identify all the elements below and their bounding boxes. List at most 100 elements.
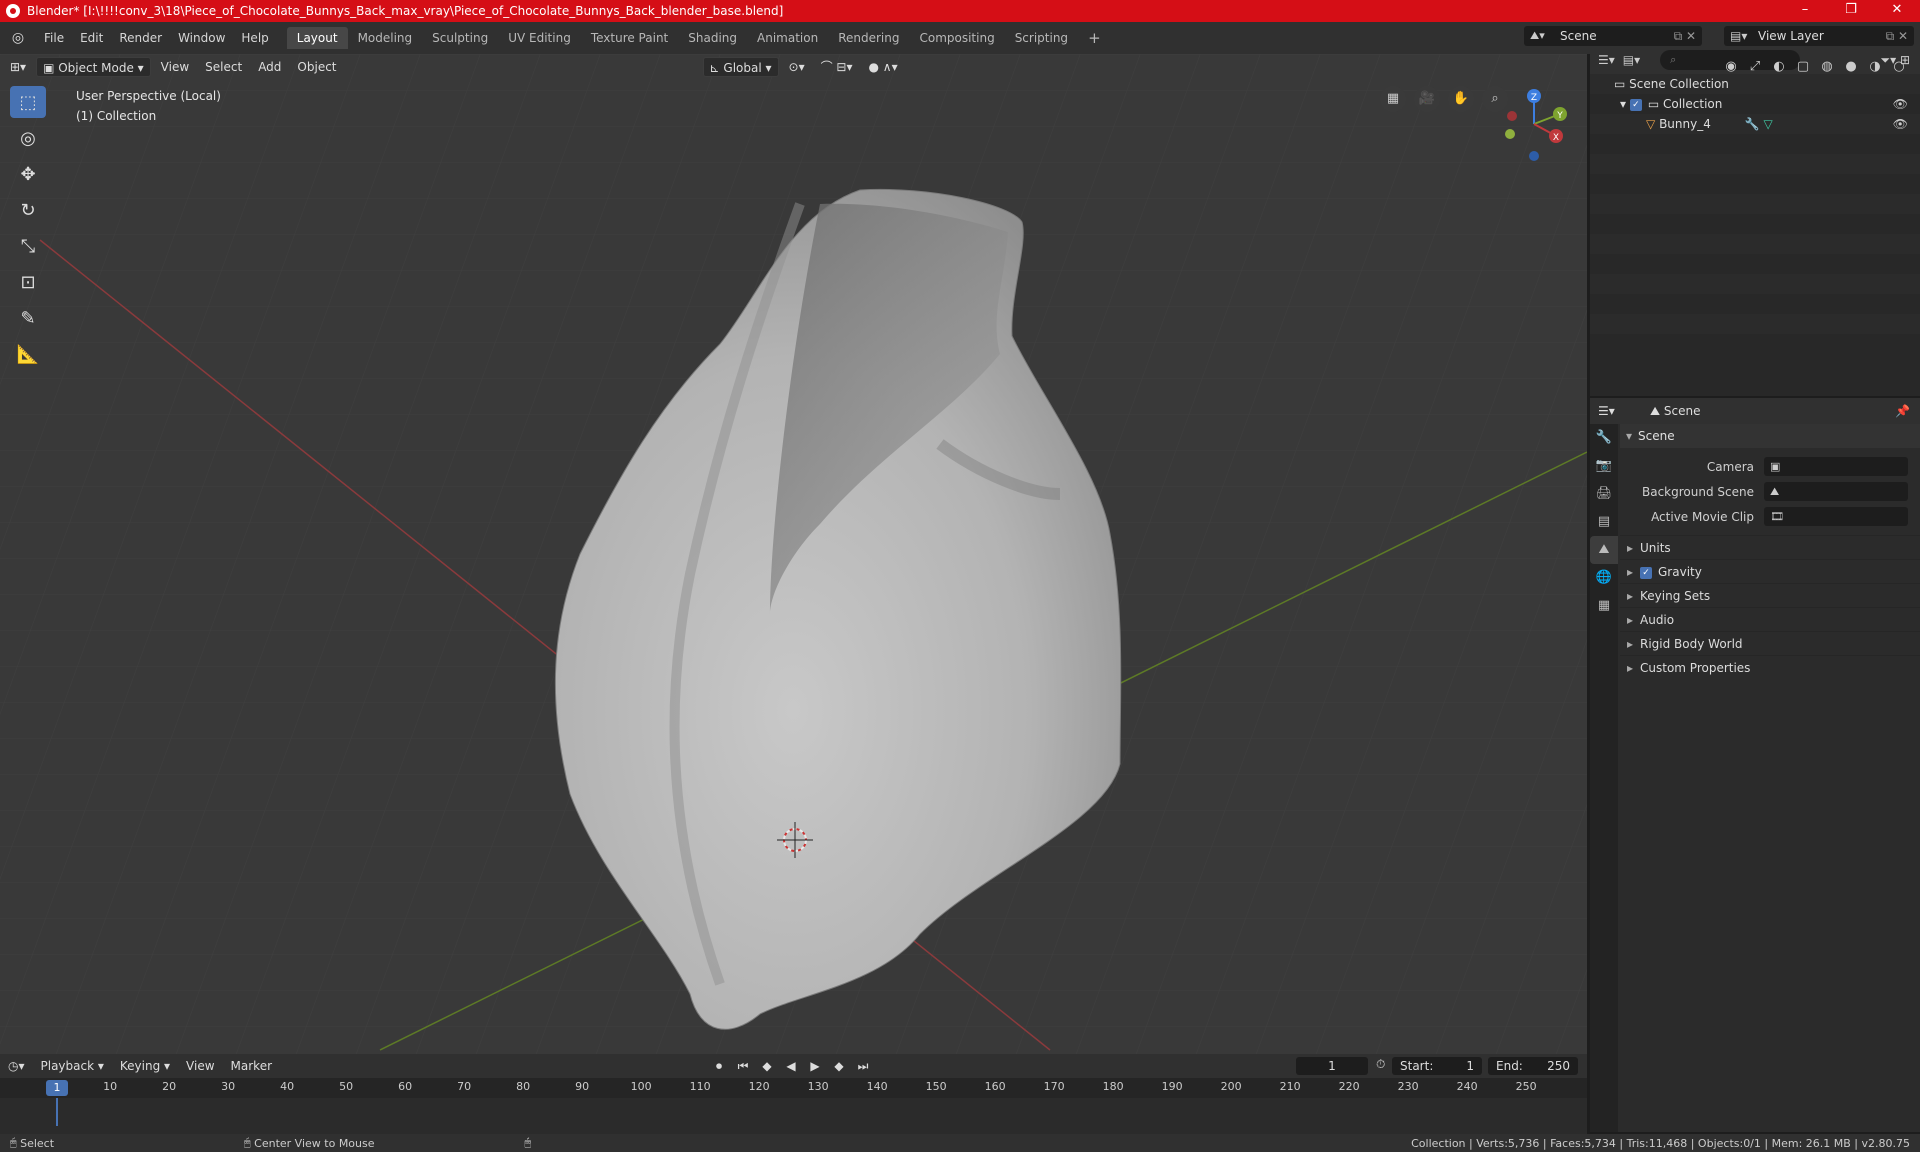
view-layer-selector[interactable]: ▤▾ View Layer ⧉ ✕ xyxy=(1724,26,1914,46)
transform-icon[interactable]: ⊡ xyxy=(10,266,46,298)
select-box-icon[interactable]: ⬚ xyxy=(10,86,46,118)
gravity-checkbox[interactable]: ✓ xyxy=(1640,566,1652,579)
maximize-icon[interactable]: ❐ xyxy=(1828,0,1874,22)
gizmo-neg-x-icon[interactable] xyxy=(1507,111,1517,121)
tab-layout[interactable]: Layout xyxy=(286,27,348,49)
viewport-menu-view[interactable]: View xyxy=(155,57,195,77)
navigation-gizmo[interactable]: Z Y X xyxy=(1494,84,1574,164)
snap-icon[interactable]: ⌒ ⊟▾ xyxy=(815,57,859,77)
perspective-toggle-icon[interactable]: ▦ xyxy=(1380,86,1406,112)
tab-rendering[interactable]: Rendering xyxy=(828,27,909,49)
tab-compositing[interactable]: Compositing xyxy=(909,27,1004,49)
xray-icon[interactable]: ▢ xyxy=(1794,58,1812,76)
scale-icon[interactable]: ⤡ xyxy=(10,230,46,262)
texture-tab-icon[interactable]: ▦ xyxy=(1590,592,1618,620)
menu-render[interactable]: Render xyxy=(111,28,170,48)
view-layer-actions-icon[interactable]: ⧉ ✕ xyxy=(1886,29,1908,44)
playhead[interactable] xyxy=(56,1098,58,1126)
movie-clip-field[interactable]: 🎞 xyxy=(1764,507,1908,526)
record-icon[interactable]: ⏺ xyxy=(710,1056,728,1076)
world-tab-icon[interactable]: 🌐 xyxy=(1590,564,1618,592)
object-eye-icon[interactable]: 👁 xyxy=(1893,114,1908,134)
tab-sculpting[interactable]: Sculpting xyxy=(422,27,498,49)
mode-dropdown[interactable]: ▣ Object Mode ▾ xyxy=(36,57,151,77)
current-frame-field[interactable]: 1 xyxy=(1296,1057,1368,1075)
play-icon[interactable]: ▶ xyxy=(806,1056,824,1076)
start-frame-field[interactable]: Start: 1 xyxy=(1392,1057,1482,1075)
shading-wire-icon[interactable]: ◍ xyxy=(1818,58,1836,76)
transform-orientation-dropdown[interactable]: ⊾ Global ▾ xyxy=(702,57,779,77)
shading-solid-icon[interactable]: ● xyxy=(1842,58,1860,76)
display-mode-icon[interactable]: ▤▾ xyxy=(1623,53,1640,67)
tool-tab-icon[interactable]: 🔧 xyxy=(1590,424,1618,452)
jump-end-icon[interactable]: ⏭ xyxy=(854,1056,872,1076)
cursor-tool-icon[interactable]: ◎ xyxy=(10,122,46,154)
tab-uv-editing[interactable]: UV Editing xyxy=(498,27,581,49)
collection-checkbox[interactable]: ✓ xyxy=(1629,98,1642,111)
frame-ruler[interactable]: 1 10 20 30 40 50 60 70 80 90 100 110 120 130 140 150 160… xyxy=(0,1078,1587,1098)
properties-editor-icon[interactable]: ☰▾ xyxy=(1598,404,1615,418)
add-workspace-icon[interactable]: + xyxy=(1078,27,1111,49)
editor-type-icon[interactable]: ⊞▾ xyxy=(4,57,32,77)
pan-hand-icon[interactable]: ✋ xyxy=(1448,86,1474,112)
minimize-icon[interactable]: – xyxy=(1782,0,1828,22)
view-layer-tab-icon[interactable]: ▤ xyxy=(1590,508,1618,536)
proportional-edit-icon[interactable]: ● ∧▾ xyxy=(863,57,904,77)
gizmo-neg-y-icon[interactable] xyxy=(1505,129,1515,139)
menu-window[interactable]: Window xyxy=(170,28,233,48)
pin-icon[interactable]: 📌 xyxy=(1895,404,1910,418)
shading-render-icon[interactable]: ○ xyxy=(1890,58,1908,76)
outliner-editor-icon[interactable]: ☰▾ xyxy=(1598,53,1615,67)
next-keyframe-icon[interactable]: ◆ xyxy=(830,1056,848,1076)
pivot-icon[interactable]: ⊙▾ xyxy=(783,57,811,77)
scene-panel-header[interactable]: Scene xyxy=(1620,424,1920,448)
background-scene-field[interactable]: ⛰ xyxy=(1764,482,1908,501)
move-icon[interactable]: ✥ xyxy=(10,158,46,190)
play-reverse-icon[interactable]: ◀ xyxy=(782,1056,800,1076)
menu-file[interactable]: File xyxy=(36,28,72,48)
visibility-icon[interactable]: ◉ xyxy=(1722,58,1740,76)
close-icon[interactable]: ✕ xyxy=(1874,0,1920,22)
overlay-toggle-icon[interactable]: ◐ xyxy=(1770,58,1788,76)
end-frame-field[interactable]: End: 250 xyxy=(1488,1057,1578,1075)
tab-scripting[interactable]: Scripting xyxy=(1005,27,1078,49)
annotate-icon[interactable]: ✎ xyxy=(10,302,46,334)
outliner-row-bunny[interactable]: ▽ Bunny_4 🔧 ▽ 👁 xyxy=(1590,114,1920,134)
units-panel[interactable]: Units xyxy=(1620,535,1920,560)
gravity-panel[interactable]: ✓ Gravity xyxy=(1620,559,1920,584)
camera-field[interactable]: ▣ xyxy=(1764,457,1908,476)
timeline-menu-marker[interactable]: Marker xyxy=(223,1056,280,1076)
measure-icon[interactable]: 📐 xyxy=(10,338,46,370)
3d-viewport[interactable] xyxy=(0,54,1587,1054)
menu-help[interactable]: Help xyxy=(233,28,276,48)
preview-range-icon[interactable]: ⏱ xyxy=(1376,1057,1385,1072)
timeline-editor-icon[interactable]: ◷▾ xyxy=(0,1056,33,1076)
shading-material-icon[interactable]: ◑ xyxy=(1866,58,1884,76)
camera-view-icon[interactable]: 🎥 xyxy=(1414,86,1440,112)
output-tab-icon[interactable]: 🖨 xyxy=(1590,480,1618,508)
outliner-row-scene-collection[interactable]: ▭ Scene Collection xyxy=(1590,74,1920,94)
timeline-menu-view[interactable]: View xyxy=(178,1056,222,1076)
jump-start-icon[interactable]: ⏮ xyxy=(734,1056,752,1076)
menu-edit[interactable]: Edit xyxy=(72,28,111,48)
tab-modeling[interactable]: Modeling xyxy=(348,27,423,49)
gizmo-toggle-icon[interactable]: ⤢ xyxy=(1746,58,1764,76)
blender-menu-icon[interactable]: ◎ xyxy=(8,28,28,48)
rigid-body-world-panel[interactable]: Rigid Body World xyxy=(1620,631,1920,656)
scene-selector[interactable]: ⛰▾ Scene ⧉ ✕ xyxy=(1524,26,1702,46)
render-tab-icon[interactable]: 📷 xyxy=(1590,452,1618,480)
timeline-menu-playback[interactable]: Playback ▾ xyxy=(33,1056,112,1076)
outliner-row-collection[interactable]: ▾ ✓ ▭ Collection 👁 xyxy=(1590,94,1920,114)
timeline-menu-keying[interactable]: Keying ▾ xyxy=(112,1056,178,1076)
viewport-menu-add[interactable]: Add xyxy=(252,57,287,77)
scene-tab-icon[interactable]: ⛰ xyxy=(1590,536,1618,564)
prev-keyframe-icon[interactable]: ◆ xyxy=(758,1056,776,1076)
custom-properties-panel[interactable]: Custom Properties xyxy=(1620,655,1920,680)
scene-actions-icon[interactable]: ⧉ ✕ xyxy=(1674,29,1696,44)
collection-eye-icon[interactable]: 👁 xyxy=(1893,94,1908,114)
rotate-icon[interactable]: ↻ xyxy=(10,194,46,226)
keying-sets-panel[interactable]: Keying Sets xyxy=(1620,583,1920,608)
gizmo-neg-z-icon[interactable] xyxy=(1529,151,1539,161)
tab-shading[interactable]: Shading xyxy=(678,27,747,49)
tab-texture-paint[interactable]: Texture Paint xyxy=(581,27,678,49)
